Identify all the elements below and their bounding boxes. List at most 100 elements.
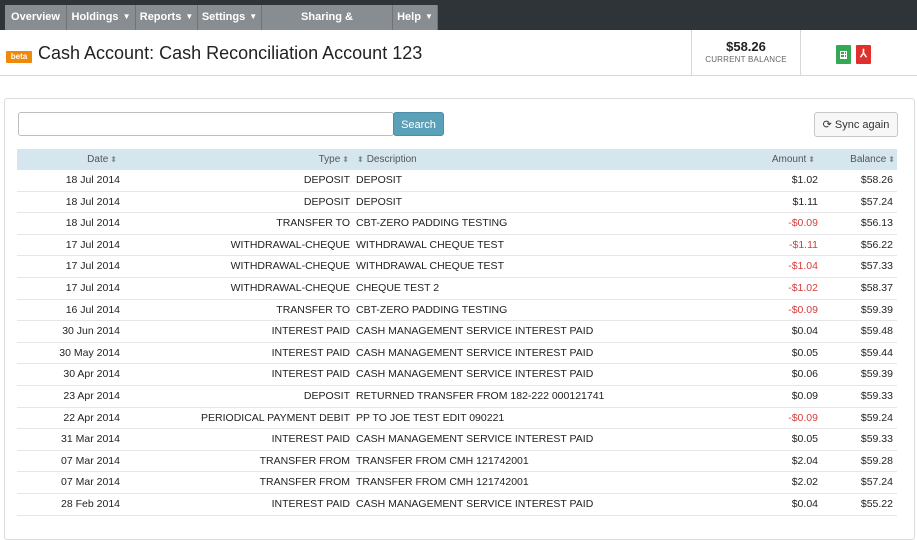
transaction-date: 16 Jul 2014	[65, 303, 120, 316]
pdf-icon[interactable]: ⅄	[856, 45, 871, 64]
nav-reports[interactable]: Reports ▼	[136, 5, 198, 30]
transaction-description: PP TO JOE TEST EDIT 090221	[356, 411, 505, 424]
transaction-description: DEPOSIT	[356, 174, 403, 186]
transaction-date: 17 Jul 2014	[65, 281, 120, 294]
transaction-type: PERIODICAL PAYMENT DEBIT	[201, 411, 350, 424]
transaction-description: CHEQUE TEST 2	[356, 281, 440, 294]
column-header-amount[interactable]: Amount ⬍	[772, 149, 815, 170]
transaction-description: WITHDRAWAL CHEQUE TEST	[356, 260, 504, 273]
transaction-amount: $0.09	[791, 389, 818, 402]
search-button[interactable]: Search	[393, 112, 444, 136]
sort-icon: ⬍	[888, 155, 895, 164]
transaction-amount: -$0.09	[788, 411, 818, 424]
transaction-type: INTEREST PAID	[271, 325, 350, 338]
nav-settings[interactable]: Settings ▼	[198, 5, 262, 30]
spreadsheet-icon[interactable]	[836, 45, 851, 64]
transaction-amount: -$0.09	[788, 217, 818, 230]
sort-icon: ⬍	[808, 155, 815, 164]
transaction-date: 23 Apr 2014	[63, 389, 120, 402]
transaction-balance: $59.33	[860, 389, 893, 402]
transaction-amount: $0.05	[791, 433, 818, 446]
caret-down-icon: ▼	[185, 12, 194, 21]
table-row[interactable]: 30 Jun 2014 INTEREST PAID CASH MANAGEMENT …	[17, 321, 897, 343]
current-balance-box: $58.26 CURRENT BALANCE	[691, 30, 801, 75]
transaction-balance: $59.28	[860, 454, 893, 467]
transaction-date: 07 Mar 2014	[61, 476, 120, 489]
nav-help[interactable]: Help ▼	[393, 5, 438, 30]
transaction-amount: -$1.04	[788, 260, 818, 273]
transaction-description: CBT-ZERO PADDING TESTING	[356, 303, 508, 316]
transaction-date: 30 May 2014	[59, 346, 120, 359]
table-row[interactable]: 18 Jul 2014 TRANSFER TO CBT-ZERO PADDING T…	[17, 213, 897, 235]
table-row[interactable]: 18 Jul 2014 DEPOSIT DEPOSIT $1.02 $58.26	[17, 170, 897, 192]
current-balance-amount: $58.26	[726, 39, 766, 54]
caret-down-icon: ▼	[424, 12, 433, 21]
transaction-balance: $59.39	[860, 303, 893, 316]
transaction-balance: $59.44	[860, 346, 893, 359]
table-row[interactable]: 17 Jul 2014 WITHDRAWAL-CHEQUE CHEQUE TEST …	[17, 278, 897, 300]
transaction-date: 31 Mar 2014	[61, 433, 120, 446]
table-row[interactable]: 16 Jul 2014 TRANSFER TO CBT-ZERO PADDING T…	[17, 300, 897, 322]
transaction-balance: $55.22	[860, 497, 893, 510]
column-header-type[interactable]: Type ⬍	[319, 149, 349, 170]
transaction-date: 17 Jul 2014	[65, 238, 120, 251]
transaction-balance: $59.24	[860, 411, 893, 424]
transaction-amount: -$1.11	[789, 238, 818, 251]
transaction-balance: $57.24	[860, 195, 893, 208]
transaction-amount: -$1.02	[788, 281, 818, 294]
transaction-amount: $1.02	[791, 174, 818, 186]
transaction-type: DEPOSIT	[303, 389, 350, 402]
table-row[interactable]: 17 Jul 2014 WITHDRAWAL-CHEQUE WITHDRAWAL C…	[17, 256, 897, 278]
nav-sharing-permissions[interactable]: Sharing & Permissions▼	[262, 5, 393, 48]
transaction-date: 07 Mar 2014	[61, 454, 120, 467]
transaction-type: TRANSFER FROM	[259, 454, 350, 467]
nav-overview[interactable]: Overview	[5, 5, 67, 30]
transaction-balance: $59.48	[860, 325, 893, 338]
nav-holdings[interactable]: Holdings ▼	[67, 5, 136, 30]
table-row[interactable]: 07 Mar 2014 TRANSFER FROM TRANSFER FROM CM…	[17, 472, 897, 494]
table-row[interactable]: 28 Feb 2014 INTEREST PAID CASH MANAGEMENT …	[17, 494, 897, 516]
transaction-amount: -$0.09	[788, 303, 818, 316]
transaction-type: WITHDRAWAL-CHEQUE	[230, 260, 350, 273]
sort-icon: ⬍	[110, 155, 117, 164]
transaction-date: 17 Jul 2014	[65, 260, 120, 273]
caret-down-icon: ▼	[122, 12, 131, 21]
column-header-balance[interactable]: Balance ⬍	[850, 149, 895, 170]
transaction-type: INTEREST PAID	[271, 497, 350, 510]
transactions-table-body: 18 Jul 2014 DEPOSIT DEPOSIT $1.02 $58.26 18 J…	[17, 170, 897, 516]
page-header: beta Cash Account: Cash Reconciliation A…	[0, 30, 917, 76]
transaction-description: WITHDRAWAL CHEQUE TEST	[356, 238, 504, 251]
table-row[interactable]: 18 Jul 2014 DEPOSIT DEPOSIT $1.11 $57.24	[17, 192, 897, 214]
transaction-amount: $0.06	[791, 368, 818, 381]
transaction-balance: $58.26	[860, 174, 893, 186]
table-row[interactable]: 31 Mar 2014 INTEREST PAID CASH MANAGEMENT …	[17, 429, 897, 451]
transaction-balance: $56.22	[860, 238, 893, 251]
transaction-type: INTEREST PAID	[271, 346, 350, 359]
transaction-description: CASH MANAGEMENT SERVICE INTEREST PAID	[356, 325, 594, 338]
transaction-description: TRANSFER FROM CMH 121742001	[356, 454, 529, 467]
beta-badge: beta	[6, 51, 32, 63]
table-header: Date ⬍ Type ⬍ ⬍ Description Amount ⬍ Balance…	[17, 149, 897, 170]
transaction-amount: $0.05	[791, 346, 818, 359]
transaction-balance: $59.33	[860, 433, 893, 446]
transaction-description: CASH MANAGEMENT SERVICE INTEREST PAID	[356, 368, 594, 381]
transaction-amount: $1.11	[792, 195, 819, 208]
transaction-type: TRANSFER TO	[276, 303, 350, 316]
column-header-date[interactable]: Date ⬍	[87, 149, 117, 170]
transaction-date: 30 Apr 2014	[63, 368, 120, 381]
transaction-description: CASH MANAGEMENT SERVICE INTEREST PAID	[356, 346, 594, 359]
table-row[interactable]: 07 Mar 2014 TRANSFER FROM TRANSFER FROM CM…	[17, 451, 897, 473]
table-row[interactable]: 23 Apr 2014 DEPOSIT RETURNED TRANSFER FROM…	[17, 386, 897, 408]
search-input[interactable]	[18, 112, 394, 136]
table-row[interactable]: 30 May 2014 INTEREST PAID CASH MANAGEMENT …	[17, 343, 897, 365]
table-row[interactable]: 30 Apr 2014 INTEREST PAID CASH MANAGEMENT …	[17, 364, 897, 386]
sync-again-button[interactable]: ⟳ Sync again	[814, 112, 898, 137]
page-title: Cash Account: Cash Reconciliation Accoun…	[38, 43, 423, 63]
transaction-type: WITHDRAWAL-CHEQUE	[230, 238, 350, 251]
table-row[interactable]: 22 Apr 2014 PERIODICAL PAYMENT DEBIT PP TO…	[17, 408, 897, 430]
table-row[interactable]: 17 Jul 2014 WITHDRAWAL-CHEQUE WITHDRAWAL C…	[17, 235, 897, 257]
column-header-description[interactable]: ⬍ Description	[357, 149, 417, 170]
transaction-description: TRANSFER FROM CMH 121742001	[356, 476, 529, 489]
transaction-date: 22 Apr 2014	[63, 411, 120, 424]
transaction-date: 18 Jul 2014	[65, 174, 120, 186]
